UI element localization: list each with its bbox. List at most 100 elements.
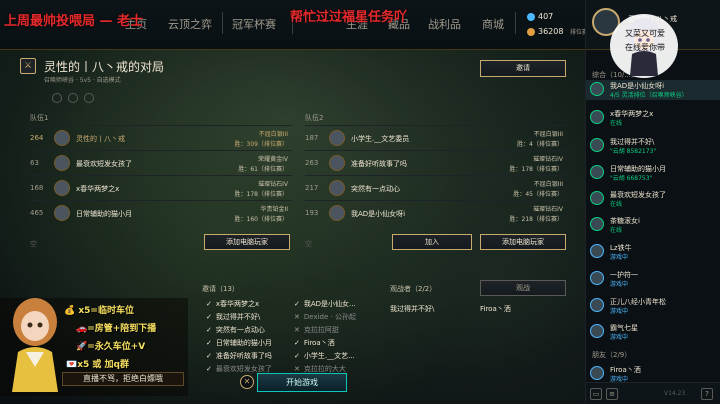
player-wins: 胜：178（排位赛） [234,191,288,198]
player-rank: 华贵铂金II [260,206,288,213]
summoners-rift-icon: ⚔ [20,58,36,74]
avatar [329,155,345,171]
player-name: 灵性的丨八丶戒 [76,135,125,143]
avatar [54,130,70,146]
version-label: V14.23 [664,390,686,397]
avatar [590,165,604,179]
invites-title: 邀请（13） [202,285,239,293]
orange-essence: 36208 [527,27,563,36]
close-icon[interactable]: ✕ [240,375,254,389]
nav-tft[interactable]: 云顶之弈 [168,16,212,32]
player-rank: 荣耀黄金IV [258,156,288,163]
avatar [590,191,604,205]
add-bot-button[interactable]: 添加电脑玩家 [204,234,290,250]
chat-icon[interactable]: ▭ [590,388,602,400]
avatar [590,110,604,124]
player-wins: 胜：61（排位赛） [238,166,288,173]
player-wins: 胜：160（排位赛） [234,216,288,223]
spectators-title: 观战者（2/2） [390,285,437,293]
lobby-subtitle: 召唤师峡谷 · 5v5 · 自选模式 [44,77,121,84]
player-rank: 璀璨钻石IV [258,181,288,188]
sticker-line-2: 在线爱你带 [625,43,665,52]
group-header[interactable]: 朋友（2/9） [586,350,631,360]
team2-row[interactable]: 187 小学生.__文艺委员 不屈白银III 胜：4（排位赛） [305,125,567,150]
start-game-button[interactable]: 开始游戏 [257,373,347,392]
invite-row[interactable]: ✓ 我过得并不好\ [206,312,260,322]
player-rank: 璀璨钻石IV [533,206,563,213]
player-wins: 胜：45（排位赛） [513,191,563,198]
friend-item[interactable]: 正儿八经小青年松 游戏中 [586,296,720,316]
notes-icon[interactable]: ≡ [606,388,618,400]
player-rank: 不屈白银III [533,131,563,138]
overlay-bottom-banner: 直播不骂，拒绝白嫖哦 [62,372,184,386]
orange-essence-icon [527,27,535,36]
friend-item[interactable]: 霸气七星 游戏中 [586,322,720,342]
player-wins: 胜：218（排位赛） [509,216,563,223]
player-name: 日常辅助的猫小月 [76,210,132,218]
team2-label: 队伍2 [305,114,324,122]
team1-row[interactable]: 63 最衰欢短发女孩了 荣耀黄金IV 胜：61（排位赛） [30,150,292,175]
team1-row[interactable]: 168 x春华两梦之x 璀璨钻石IV 胜：178（排位赛） [30,175,292,200]
overlay-red-mid: 帮忙过过福星任务吖 [290,10,408,25]
invite-row[interactable]: ✓ 准备好听故事了吗 [206,351,272,361]
invite-row[interactable]: ✓ 日常辅助的猫小月 [206,338,272,348]
friend-item[interactable]: 最衰欢短发女孩了 在线 [586,189,720,209]
spectator-name: 我过得并不好\ [390,305,435,313]
player-wins: 胜：178（排位赛） [509,166,563,173]
avatar [54,155,70,171]
avatar [54,180,70,196]
empty-slot: 空 [30,240,37,248]
nav-store[interactable]: 商城 [482,16,504,32]
mode-icon-3 [84,93,94,103]
player-wins: 胜：309（排位赛） [234,141,288,148]
team2-row[interactable]: 193 我AD是小仙女呀i 璀璨钻石IV 胜：218（排位赛） [305,200,567,225]
avatar [329,180,345,196]
invite-row[interactable]: ✓ x春华两梦之x [206,299,259,309]
friend-item[interactable]: 我AD是小仙女呀i 4/5 灵活排位（召唤师峡谷） [586,80,720,100]
blue-essence: 407 [527,12,553,21]
invite-row[interactable]: ✓ 突然有一点动心 [206,325,265,335]
help-icon[interactable]: ? [701,388,713,400]
nav-loot[interactable]: 战利品 [428,16,461,32]
player-name: x春华两梦之x [76,185,120,193]
invite-row[interactable]: ✓ Firoa丶洒 [294,338,335,348]
player-wins: 胜：4（排位赛） [517,141,563,148]
team2-row[interactable]: 263 准备好听故事了吗 璀璨钻石IV 胜：178（排位赛） [305,150,567,175]
team1-row[interactable]: 465 日常辅助的猫小月 华贵铂金II 胜：160（排位赛） [30,200,292,225]
join-button[interactable]: 加入 [392,234,472,250]
add-bot-button[interactable]: 添加电脑玩家 [480,234,566,250]
nav-clash[interactable]: 冠军杯赛 [232,16,276,32]
team1-row[interactable]: 264 灵性的丨八丶戒 不屈白银III 胜：309（排位赛） [30,125,292,150]
empty-slot: 空 [305,240,312,248]
player-rank: 不屈白银III [258,131,288,138]
friend-item[interactable]: Lz铁牛 游戏中 [586,242,720,262]
invite-button[interactable]: 邀请 [480,60,566,77]
team2-row[interactable]: 217 突然有一点动心 不屈白银III 胜：45（排位赛） [305,175,567,200]
friend-item[interactable]: 茶糖滚女i 在线 [586,215,720,235]
friend-item[interactable]: Firoa丶洒 游戏中 [586,364,720,384]
overlay-red-left: 上周最帅投喂局 — 老士 [4,14,144,29]
player-name: 最衰欢短发女孩了 [76,160,132,168]
invite-row[interactable]: ✕ Dexide · 公孙起 [294,312,356,322]
avatar [54,205,70,221]
invite-row[interactable]: ✓ 我AD是小仙女... [294,299,356,309]
avatar [329,205,345,221]
spectate-button[interactable]: 观战 [480,280,566,296]
friend-item[interactable]: x春华两梦之x 在线 [586,108,720,128]
friend-item[interactable]: 我过得并不好\ "云胡 8582173" [586,136,720,156]
avatar [590,244,604,258]
avatar [590,82,604,96]
spectator-name: Firoa丶洒 [480,305,511,313]
player-name: 我AD是小仙女呀i [351,210,406,218]
avatar [590,138,604,152]
player-rank: 不屈白银III [533,181,563,188]
avatar [590,217,604,231]
friend-item[interactable]: 一护符一 游戏中 [586,269,720,289]
avatar [329,130,345,146]
friend-item[interactable]: 日常辅助的猫小月 "云胡 668753" [586,163,720,183]
overlay-line: 🚗=房管+陪到下播 [76,324,157,334]
avatar [590,366,604,380]
invite-row[interactable]: ✕ 克拉拉阿甜 [294,325,339,335]
invite-row[interactable]: ✓ 小学生.__文艺... [294,351,355,361]
avatar [590,271,604,285]
